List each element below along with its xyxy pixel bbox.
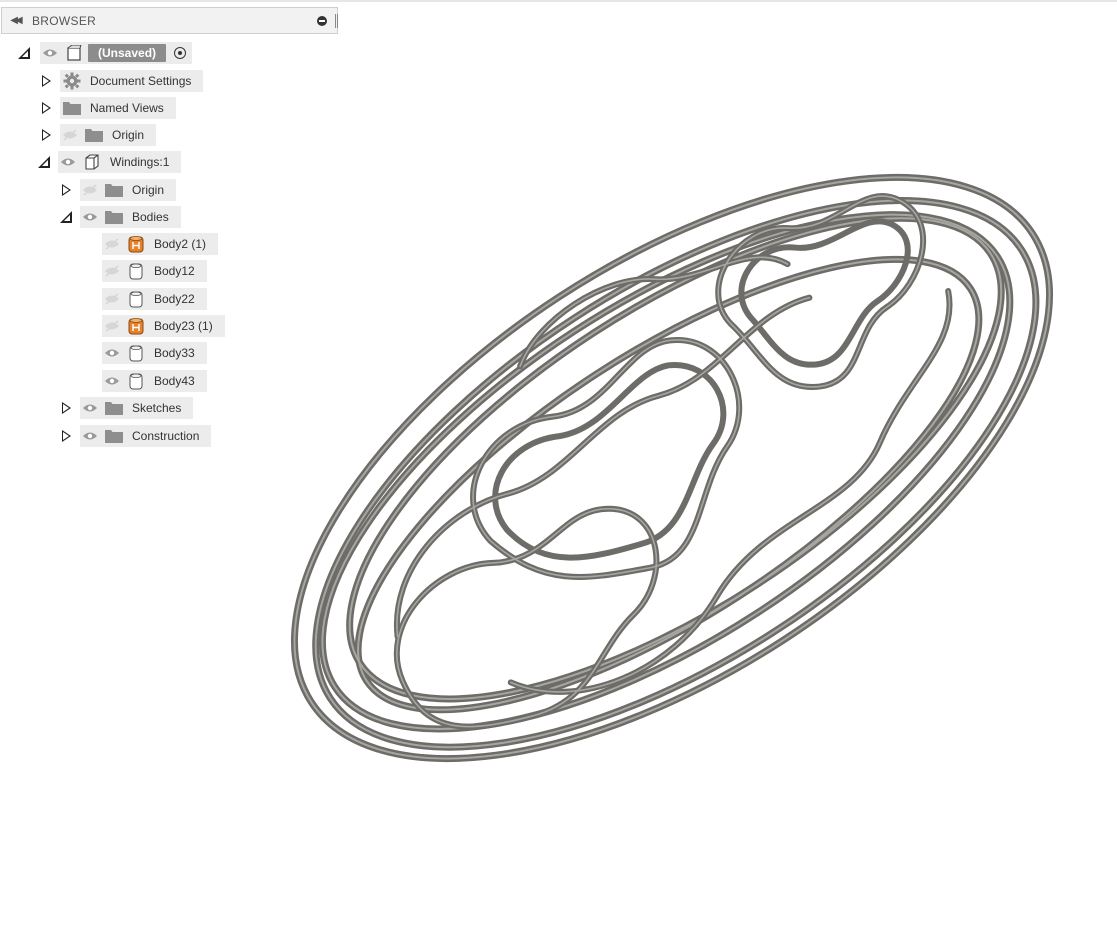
3d-viewport-windings-model[interactable] bbox=[0, 0, 1117, 946]
